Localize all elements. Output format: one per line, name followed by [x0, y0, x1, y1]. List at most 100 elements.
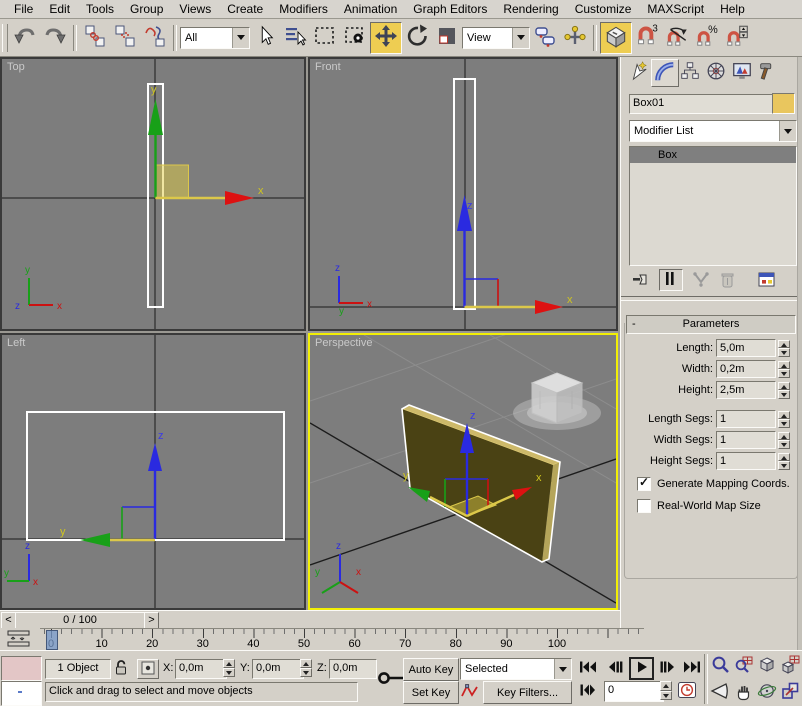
z-coordinate-field[interactable]: 0,0m	[329, 659, 377, 679]
undo-button[interactable]	[10, 23, 40, 53]
pan-button[interactable]	[732, 680, 755, 705]
select-by-name-button[interactable]	[280, 23, 310, 53]
tab-modify[interactable]	[651, 59, 679, 87]
percent-snap-toggle[interactable]: %	[692, 23, 722, 53]
viewport-front[interactable]: Front z x z x y	[308, 57, 618, 331]
length-field[interactable]: 5,0m	[716, 339, 776, 357]
zoom-extents-all-button[interactable]	[778, 654, 801, 679]
dropdown-arrow-icon[interactable]	[232, 28, 249, 48]
tab-display[interactable]	[729, 59, 755, 85]
toolbar-grip[interactable]	[2, 24, 8, 52]
width-segs-spinner[interactable]	[778, 432, 790, 449]
real-world-checkbox[interactable]	[637, 499, 651, 513]
y-spinner[interactable]	[300, 659, 312, 677]
macro-recorder-pane[interactable]	[1, 656, 42, 681]
select-and-move-button[interactable]	[370, 22, 402, 54]
pin-stack-button[interactable]	[631, 270, 651, 293]
menu-maxscript[interactable]: MAXScript	[639, 1, 712, 17]
width-field[interactable]: 0,2m	[716, 360, 776, 378]
viewport-top[interactable]: Top y x y x z	[0, 57, 306, 331]
tab-create[interactable]	[625, 59, 651, 85]
menu-rendering[interactable]: Rendering	[495, 1, 566, 17]
bind-to-space-warp-button[interactable]	[140, 23, 170, 53]
time-configuration-button[interactable]	[676, 681, 698, 702]
dropdown-arrow-icon[interactable]	[554, 659, 571, 679]
zoom-extents-button[interactable]	[755, 654, 778, 679]
zoom-all-button[interactable]	[732, 654, 755, 679]
menu-file[interactable]: File	[6, 1, 41, 17]
next-frame-button[interactable]	[657, 658, 679, 679]
menu-group[interactable]: Group	[122, 1, 171, 17]
menu-help[interactable]: Help	[712, 1, 753, 17]
generate-mapping-checkbox[interactable]	[637, 477, 651, 491]
menu-tools[interactable]: Tools	[78, 1, 122, 17]
viewport-left[interactable]: Left z y z y x	[0, 333, 306, 610]
reference-coordinate-system-dropdown[interactable]: View	[462, 27, 530, 49]
menu-edit[interactable]: Edit	[41, 1, 78, 17]
set-key-button[interactable]: Set Key	[403, 681, 459, 704]
viewport-left-label[interactable]: Left	[7, 337, 25, 349]
unlink-selection-button[interactable]	[110, 23, 140, 53]
auto-key-button[interactable]: Auto Key	[403, 658, 459, 681]
snap-toggle-button[interactable]: 3	[632, 23, 662, 53]
viewport-perspective-label[interactable]: Perspective	[315, 337, 372, 349]
show-end-result-button[interactable]	[659, 269, 683, 291]
select-object-button[interactable]	[250, 23, 280, 53]
zoom-button[interactable]	[708, 654, 731, 679]
make-unique-button[interactable]	[691, 270, 711, 293]
modifier-list-dropdown[interactable]: Modifier List	[629, 120, 797, 142]
height-spinner[interactable]	[778, 382, 790, 399]
dropdown-arrow-icon[interactable]	[779, 121, 796, 141]
select-and-scale-button[interactable]	[432, 23, 462, 53]
dropdown-arrow-icon[interactable]	[512, 28, 529, 48]
redo-button[interactable]	[40, 23, 70, 53]
y-coordinate-field[interactable]: 0,0m	[252, 659, 304, 679]
time-slider-handle[interactable]: 0 / 100	[15, 612, 145, 629]
use-center-button[interactable]	[530, 23, 560, 53]
selection-filter-dropdown[interactable]: All	[180, 27, 250, 49]
tab-utilities[interactable]	[755, 59, 781, 85]
selection-lock-toggle[interactable]	[111, 658, 131, 681]
tab-motion[interactable]	[703, 59, 729, 85]
length-segs-spinner[interactable]	[778, 411, 790, 428]
select-and-rotate-button[interactable]	[402, 23, 432, 53]
default-key-tangent-button[interactable]	[460, 681, 480, 702]
key-mode-toggle[interactable]	[577, 681, 599, 702]
go-to-end-button[interactable]	[681, 658, 703, 679]
command-panel-scrollbar[interactable]	[797, 57, 802, 650]
keyboard-shortcut-override-toggle[interactable]	[600, 22, 632, 54]
remove-modifier-button[interactable]	[717, 270, 737, 293]
play-button[interactable]	[629, 657, 654, 680]
height-segs-spinner[interactable]	[778, 453, 790, 470]
length-spinner[interactable]	[778, 340, 790, 357]
previous-frame-button[interactable]	[604, 658, 626, 679]
track-bar-ruler[interactable]: 0 10 20 30 40 50 60 70 80 90 100	[40, 628, 644, 651]
viewport-perspective[interactable]: Perspective	[308, 333, 618, 610]
current-frame-field[interactable]: 0	[604, 681, 664, 702]
time-slider-back-button[interactable]: <	[1, 612, 16, 629]
object-name-field[interactable]: Box01	[629, 94, 773, 114]
height-segs-field[interactable]: 1	[716, 452, 776, 470]
tab-hierarchy[interactable]	[677, 59, 703, 85]
absolute-offset-toggle[interactable]	[137, 659, 159, 679]
stack-item-box[interactable]: Box	[630, 147, 796, 163]
select-and-link-button[interactable]	[80, 23, 110, 53]
spinner-snap-toggle[interactable]	[722, 23, 752, 53]
mini-curve-editor-button[interactable]	[6, 630, 32, 651]
x-spinner[interactable]	[223, 659, 235, 677]
viewport-front-label[interactable]: Front	[315, 61, 341, 73]
key-filters-button[interactable]: Key Filters...	[483, 681, 572, 704]
key-mode-dropdown[interactable]: Selected	[460, 658, 572, 680]
menu-create[interactable]: Create	[219, 1, 271, 17]
select-and-manipulate-button[interactable]	[560, 23, 590, 53]
track-bar-frame-marker[interactable]	[46, 630, 58, 650]
time-slider-forward-button[interactable]: >	[144, 612, 159, 629]
viewport-top-label[interactable]: Top	[7, 61, 25, 73]
rectangular-selection-region-button[interactable]	[310, 23, 340, 53]
menu-animation[interactable]: Animation	[336, 1, 405, 17]
window-crossing-toggle[interactable]	[340, 23, 370, 53]
menu-views[interactable]: Views	[171, 1, 219, 17]
menu-graph-editors[interactable]: Graph Editors	[405, 1, 495, 17]
arc-rotate-button[interactable]	[755, 680, 778, 705]
x-coordinate-field[interactable]: 0,0m	[175, 659, 227, 679]
